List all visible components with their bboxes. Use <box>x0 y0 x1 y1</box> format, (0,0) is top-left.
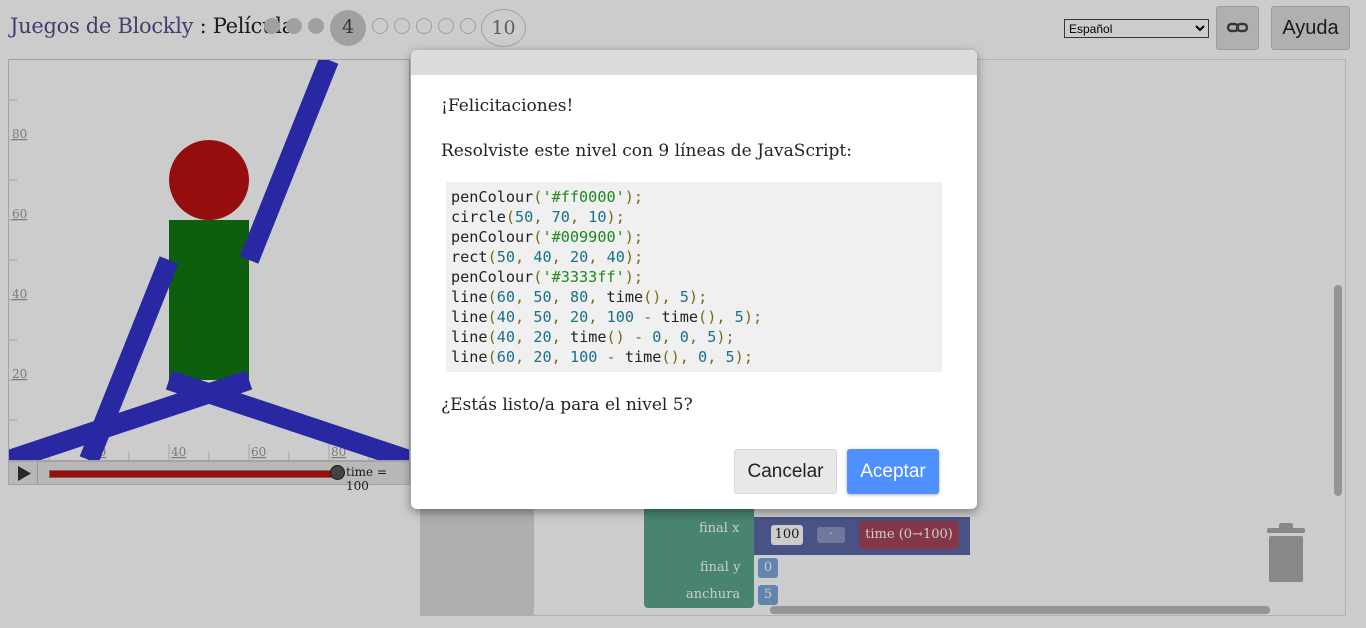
cancel-button[interactable]: Cancelar <box>734 449 837 494</box>
code-listing: penColour('#ff0000'); circle(50, 70, 10);… <box>446 182 942 372</box>
code-line: penColour('#3333ff'); <box>451 268 644 286</box>
lines-of-code-message: Resolviste este nivel con 9 líneas de Ja… <box>441 141 852 161</box>
code-line: line(60, 20, 100 - time(), 0, 5); <box>451 348 753 366</box>
next-level-question: ¿Estás listo/a para el nivel 5? <box>441 395 693 415</box>
code-line: line(40, 20, time() - 0, 0, 5); <box>451 328 735 346</box>
congratulations-dialog: ¡Felicitaciones! Resolviste este nivel c… <box>411 50 977 509</box>
code-line: penColour('#ff0000'); <box>451 188 644 206</box>
accept-button[interactable]: Aceptar <box>847 449 939 494</box>
code-line: line(60, 50, 80, time(), 5); <box>451 288 708 306</box>
code-line: line(40, 50, 20, 100 - time(), 5); <box>451 308 763 326</box>
code-line: rect(50, 40, 20, 40); <box>451 248 644 266</box>
dialog-titlebar[interactable] <box>411 50 977 75</box>
congrats-heading: ¡Felicitaciones! <box>441 96 574 116</box>
code-line: circle(50, 70, 10); <box>451 208 625 226</box>
code-line: penColour('#009900'); <box>451 228 644 246</box>
